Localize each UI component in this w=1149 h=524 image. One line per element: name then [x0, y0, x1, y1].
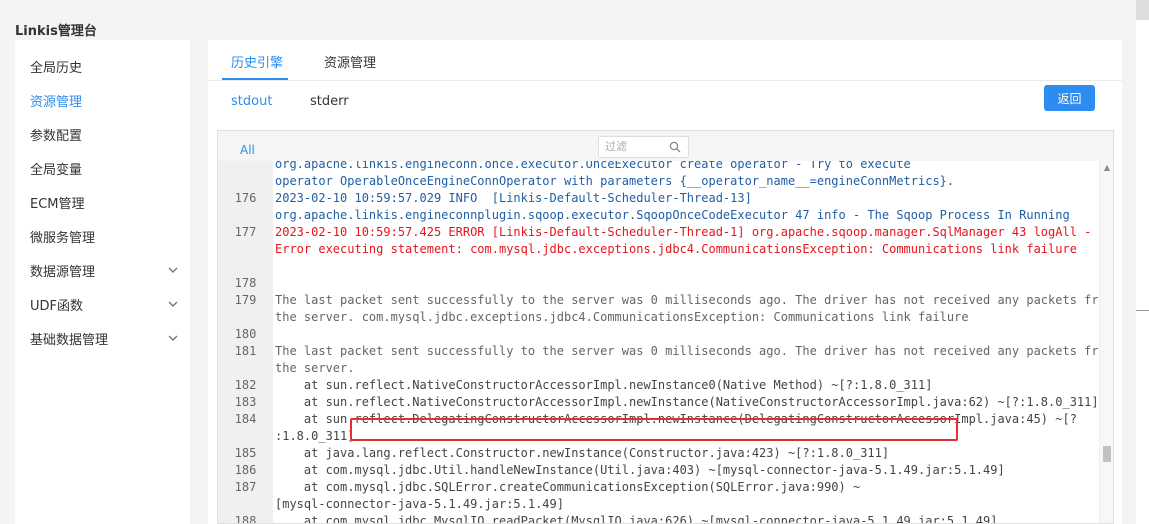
log-line: :1.8.0_311] — [218, 428, 1098, 445]
sidebar-item[interactable]: 微服务管理 — [15, 219, 190, 253]
chevron-down-icon[interactable] — [166, 263, 180, 277]
log-line: the server. — [218, 360, 1098, 377]
log-line: 179 The last packet sent successfully to … — [218, 292, 1098, 309]
log-line: 176 2023-02-10 10:59:57.029 INFO [Linkis-… — [218, 190, 1098, 207]
line-number: 176 — [234, 191, 257, 205]
sidebar-item[interactable]: 基础数据管理 — [15, 321, 190, 355]
line-number: 185 — [234, 446, 257, 460]
line-number: 178 — [234, 276, 257, 290]
page-scroll-thumb[interactable] — [1136, 0, 1149, 20]
log-text: at com.mysql.jdbc.MysqlIO.readPacket(Mys… — [275, 514, 998, 523]
chevron-down-icon[interactable] — [166, 297, 180, 311]
search-icon — [669, 141, 681, 153]
scroll-thumb[interactable] — [1103, 446, 1111, 462]
log-line: 183 at sun.reflect.NativeConstructorAcce… — [218, 394, 1098, 411]
tab-stderr[interactable]: stderr — [310, 94, 349, 109]
sidebar-item-label: 全局历史 — [30, 60, 83, 76]
log-toolbar: All 过滤 — [218, 131, 1113, 161]
log-text: at sun.reflect.DelegatingConstructorAcce… — [275, 412, 1077, 426]
sidebar-item-label: 全局变量 — [30, 162, 83, 178]
page-scrollbar[interactable] — [1136, 0, 1149, 524]
sidebar-item[interactable]: 全局变量 — [15, 151, 190, 185]
log-filter-all[interactable]: All — [240, 143, 255, 157]
log-text: at sun.reflect.NativeConstructorAccessor… — [275, 395, 1098, 409]
log-text: 2023-02-10 10:59:57.425 ERROR [Linkis-De… — [275, 225, 1092, 239]
log-line: 188 at com.mysql.jdbc.MysqlIO.readPacket… — [218, 513, 1098, 523]
tab-stdout[interactable]: stdout — [231, 94, 272, 109]
filter-input[interactable]: 过滤 — [598, 136, 689, 158]
log-text: at java.lang.reflect.Constructor.newInst… — [275, 446, 890, 460]
log-content: org.apache.linkis.engineconn.once.execut… — [218, 161, 1098, 523]
log-text: Error executing statement: com.mysql.jdb… — [275, 242, 1077, 256]
log-line: 184 at sun.reflect.DelegatingConstructor… — [218, 411, 1098, 428]
line-number: 180 — [234, 327, 257, 341]
tab-history-engine[interactable]: 历史引擎 — [231, 52, 283, 71]
log-line: 181 The last packet sent successfully to … — [218, 343, 1098, 360]
log-viewer: All 过滤 org.apache.linkis.engineconn.once… — [217, 130, 1114, 524]
log-text: The last packet sent successfully to the… — [275, 344, 1098, 358]
tab-resource-manage[interactable]: 资源管理 — [324, 52, 376, 71]
sidebar-item[interactable]: 参数配置 — [15, 117, 190, 151]
log-line: 187 at com.mysql.jdbc.SQLError.createCom… — [218, 479, 1098, 496]
log-line: 180 — [218, 326, 1098, 343]
sidebar-item[interactable]: 全局历史 — [15, 49, 190, 83]
filter-placeholder: 过滤 — [605, 140, 627, 153]
log-line: 177 2023-02-10 10:59:57.425 ERROR [Linkis… — [218, 224, 1098, 241]
line-number: 184 — [234, 412, 257, 426]
app-title: Linkis管理台 — [15, 24, 97, 39]
line-number: 182 — [234, 378, 257, 392]
line-number: 183 — [234, 395, 257, 409]
sidebar: 全局历史资源管理参数配置全局变量 ECM管理微服务管理数据源管理 UDF函数基础数据… — [15, 40, 190, 524]
line-number: 179 — [234, 293, 257, 307]
log-scrollbar[interactable]: ▲ — [1099, 161, 1113, 523]
scroll-up-icon[interactable]: ▲ — [1100, 161, 1114, 175]
back-button[interactable]: 返回 — [1044, 85, 1095, 111]
log-text: the server. com.mysql.jdbc.exceptions.jd… — [275, 310, 969, 324]
log-text: at com.mysql.jdbc.SQLError.createCommuni… — [275, 480, 861, 494]
tabs-divider — [208, 80, 1122, 81]
log-text: at com.mysql.jdbc.Util.handleNewInstance… — [275, 463, 1005, 477]
log-line: the server. com.mysql.jdbc.exceptions.jd… — [218, 309, 1098, 326]
log-text: The last packet sent successfully to the… — [275, 293, 1098, 307]
sidebar-item-label: ECM管理 — [30, 196, 85, 212]
log-text: [mysql-connector-java-5.1.49.jar:5.1.49] — [275, 497, 564, 511]
page-scroll-tick — [1136, 310, 1149, 311]
log-line: org.apache.linkis.engineconn.once.execut… — [218, 161, 1098, 173]
sidebar-item-label: UDF函数 — [30, 298, 84, 314]
log-text: at sun.reflect.NativeConstructorAccessor… — [275, 378, 933, 392]
log-line: 185 at java.lang.reflect.Constructor.new… — [218, 445, 1098, 462]
sidebar-item-label: 基础数据管理 — [30, 332, 109, 348]
log-text: 2023-02-10 10:59:57.029 INFO [Linkis-Def… — [275, 191, 752, 205]
log-line: 178 — [218, 275, 1098, 292]
sidebar-item-label: 参数配置 — [30, 128, 83, 144]
line-number: 186 — [234, 463, 257, 477]
line-number: 187 — [234, 480, 257, 494]
chevron-down-icon[interactable] — [166, 331, 180, 345]
log-line: operator OperableOnceEngineConnOperator … — [218, 173, 1098, 190]
sidebar-item[interactable]: UDF函数 — [15, 287, 190, 321]
line-number: 188 — [234, 514, 257, 523]
log-line: 182 at sun.reflect.NativeConstructorAcce… — [218, 377, 1098, 394]
log-line: 186 at com.mysql.jdbc.Util.handleNewInst… — [218, 462, 1098, 479]
line-number: 177 — [234, 225, 257, 239]
sidebar-item[interactable]: 数据源管理 — [15, 253, 190, 287]
log-line: [mysql-connector-java-5.1.49.jar:5.1.49] — [218, 496, 1098, 513]
log-text: org.apache.linkis.engineconn.once.execut… — [275, 161, 911, 171]
sidebar-item-label: 资源管理 — [30, 94, 83, 110]
log-line: org.apache.linkis.engineconnplugin.sqoop… — [218, 207, 1098, 224]
log-text: operator OperableOnceEngineConnOperator … — [275, 174, 955, 188]
sidebar-item-label: 微服务管理 — [30, 230, 96, 246]
sidebar-item[interactable]: ECM管理 — [15, 185, 190, 219]
log-text: the server. — [275, 361, 355, 375]
main-panel: 历史引擎 资源管理 stdout stderr 返回 All 过滤 org.ap… — [208, 40, 1122, 524]
log-line: Error executing statement: com.mysql.jdb… — [218, 241, 1098, 258]
sidebar-item[interactable]: 资源管理 — [15, 83, 190, 117]
log-text: :1.8.0_311] — [275, 429, 355, 443]
log-text: org.apache.linkis.engineconnplugin.sqoop… — [275, 208, 1070, 222]
line-number: 181 — [234, 344, 257, 358]
sidebar-item-label: 数据源管理 — [30, 264, 96, 280]
